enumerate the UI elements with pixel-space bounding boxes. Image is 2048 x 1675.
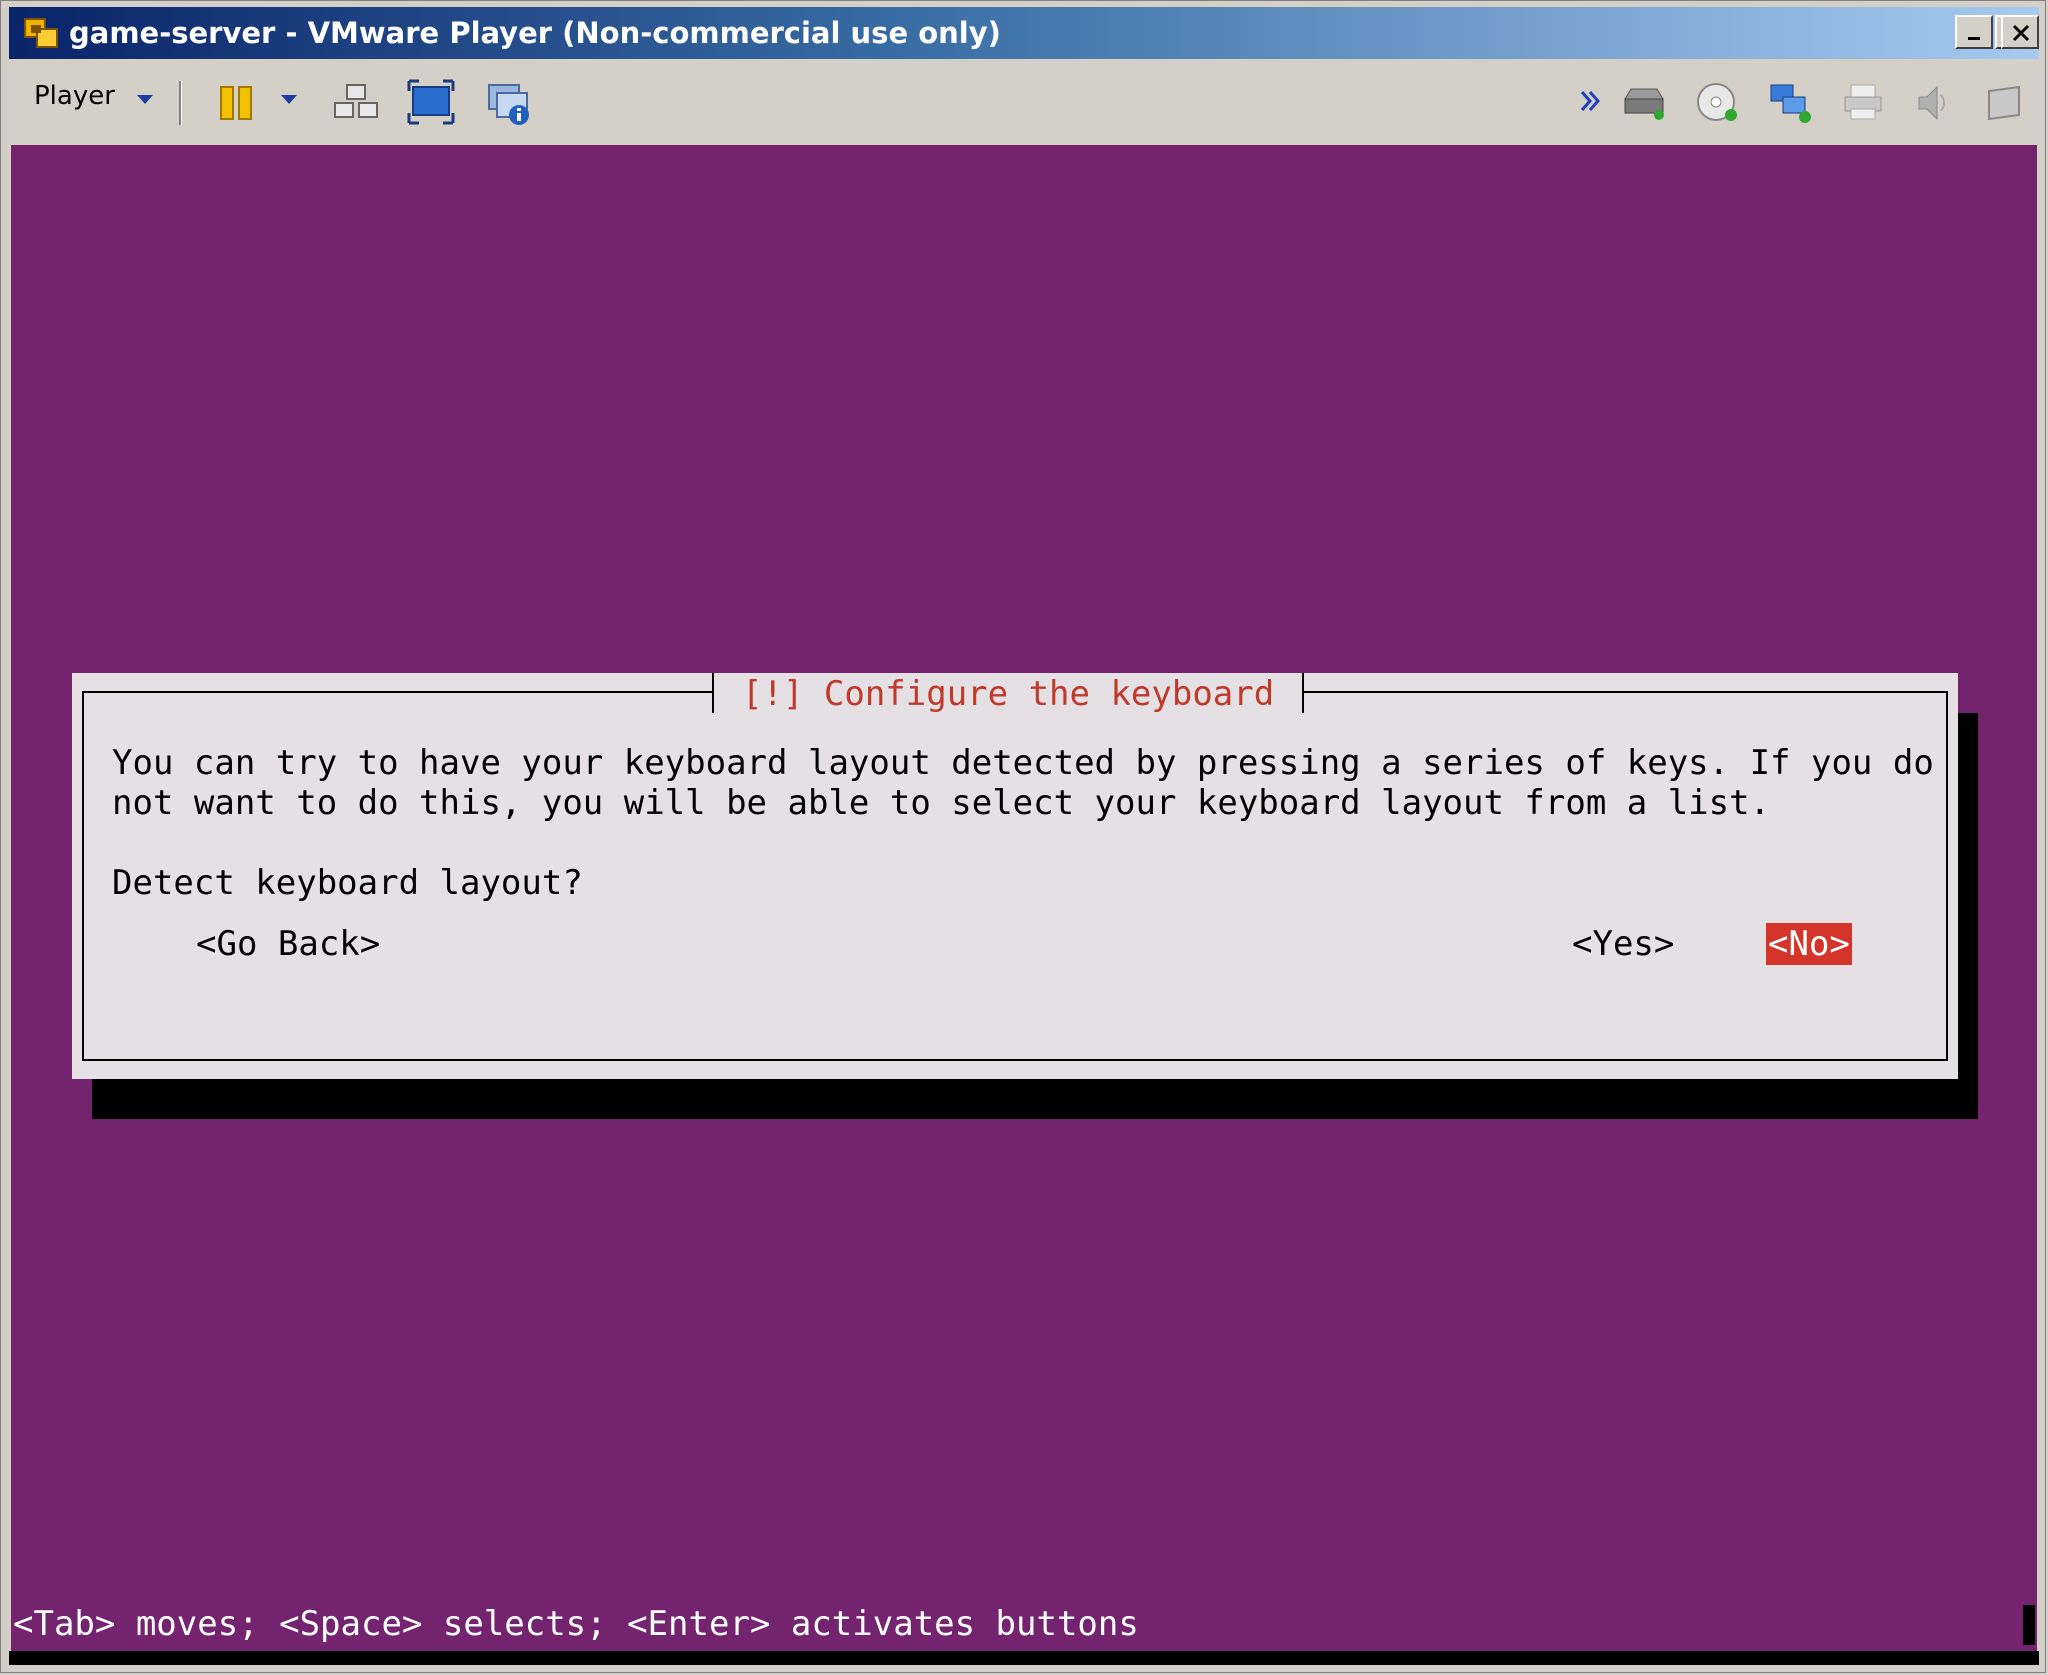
console-cursor: [2023, 1605, 2035, 1645]
close-icon: [2012, 24, 2030, 42]
help-status-line: <Tab> moves; <Space> selects; <Enter> ac…: [13, 1604, 1139, 1644]
vmware-app-icon: [24, 18, 58, 48]
dialog-question: Detect keyboard layout?: [112, 863, 583, 903]
dialog-body-line-2: not want to do this, you will be able to…: [112, 783, 1771, 823]
dialog-body-line-1: You can try to have your keyboard layout…: [112, 743, 1934, 783]
sound-card-icon[interactable]: [1913, 81, 1953, 125]
chevron-down-icon[interactable]: [135, 93, 155, 107]
no-button[interactable]: <No>: [1766, 923, 1852, 965]
unity-info-icon[interactable]: [485, 79, 533, 127]
vm-console-screen[interactable]: [!] Configure the keyboard You can try t…: [11, 145, 2037, 1651]
printer-icon[interactable]: [1841, 83, 1885, 123]
double-chevron-right-icon[interactable]: [1579, 89, 1603, 113]
network-adapter-icon[interactable]: [1767, 81, 1813, 125]
hard-disk-icon[interactable]: [1621, 85, 1667, 121]
player-menu[interactable]: Player: [34, 81, 115, 111]
dialog-title: [!] Configure the keyboard: [712, 673, 1305, 714]
window-title: game-server - VMware Player (Non-commerc…: [69, 16, 1001, 50]
configure-keyboard-dialog: [!] Configure the keyboard You can try t…: [72, 673, 1958, 1079]
close-button[interactable]: [2001, 15, 2039, 49]
chevron-down-icon[interactable]: [279, 93, 299, 107]
cd-dvd-icon[interactable]: [1695, 81, 1741, 125]
toolbar-separator: [179, 81, 182, 125]
minimize-icon: [1968, 37, 1980, 40]
title-bar[interactable]: game-server - VMware Player (Non-commerc…: [9, 7, 2039, 59]
window-bottom-bar: [9, 1651, 2039, 1665]
go-back-button[interactable]: <Go Back>: [196, 923, 380, 965]
yes-button[interactable]: <Yes>: [1572, 923, 1674, 965]
full-screen-icon[interactable]: [407, 79, 455, 125]
minimize-button[interactable]: [1955, 15, 1993, 49]
message-log-icon[interactable]: [1983, 83, 2027, 123]
vmware-window: game-server - VMware Player (Non-commerc…: [0, 0, 2046, 1673]
toolbar: Player: [9, 61, 2039, 143]
send-ctrl-alt-del-icon[interactable]: [333, 81, 379, 125]
pause-icon[interactable]: [217, 83, 257, 123]
